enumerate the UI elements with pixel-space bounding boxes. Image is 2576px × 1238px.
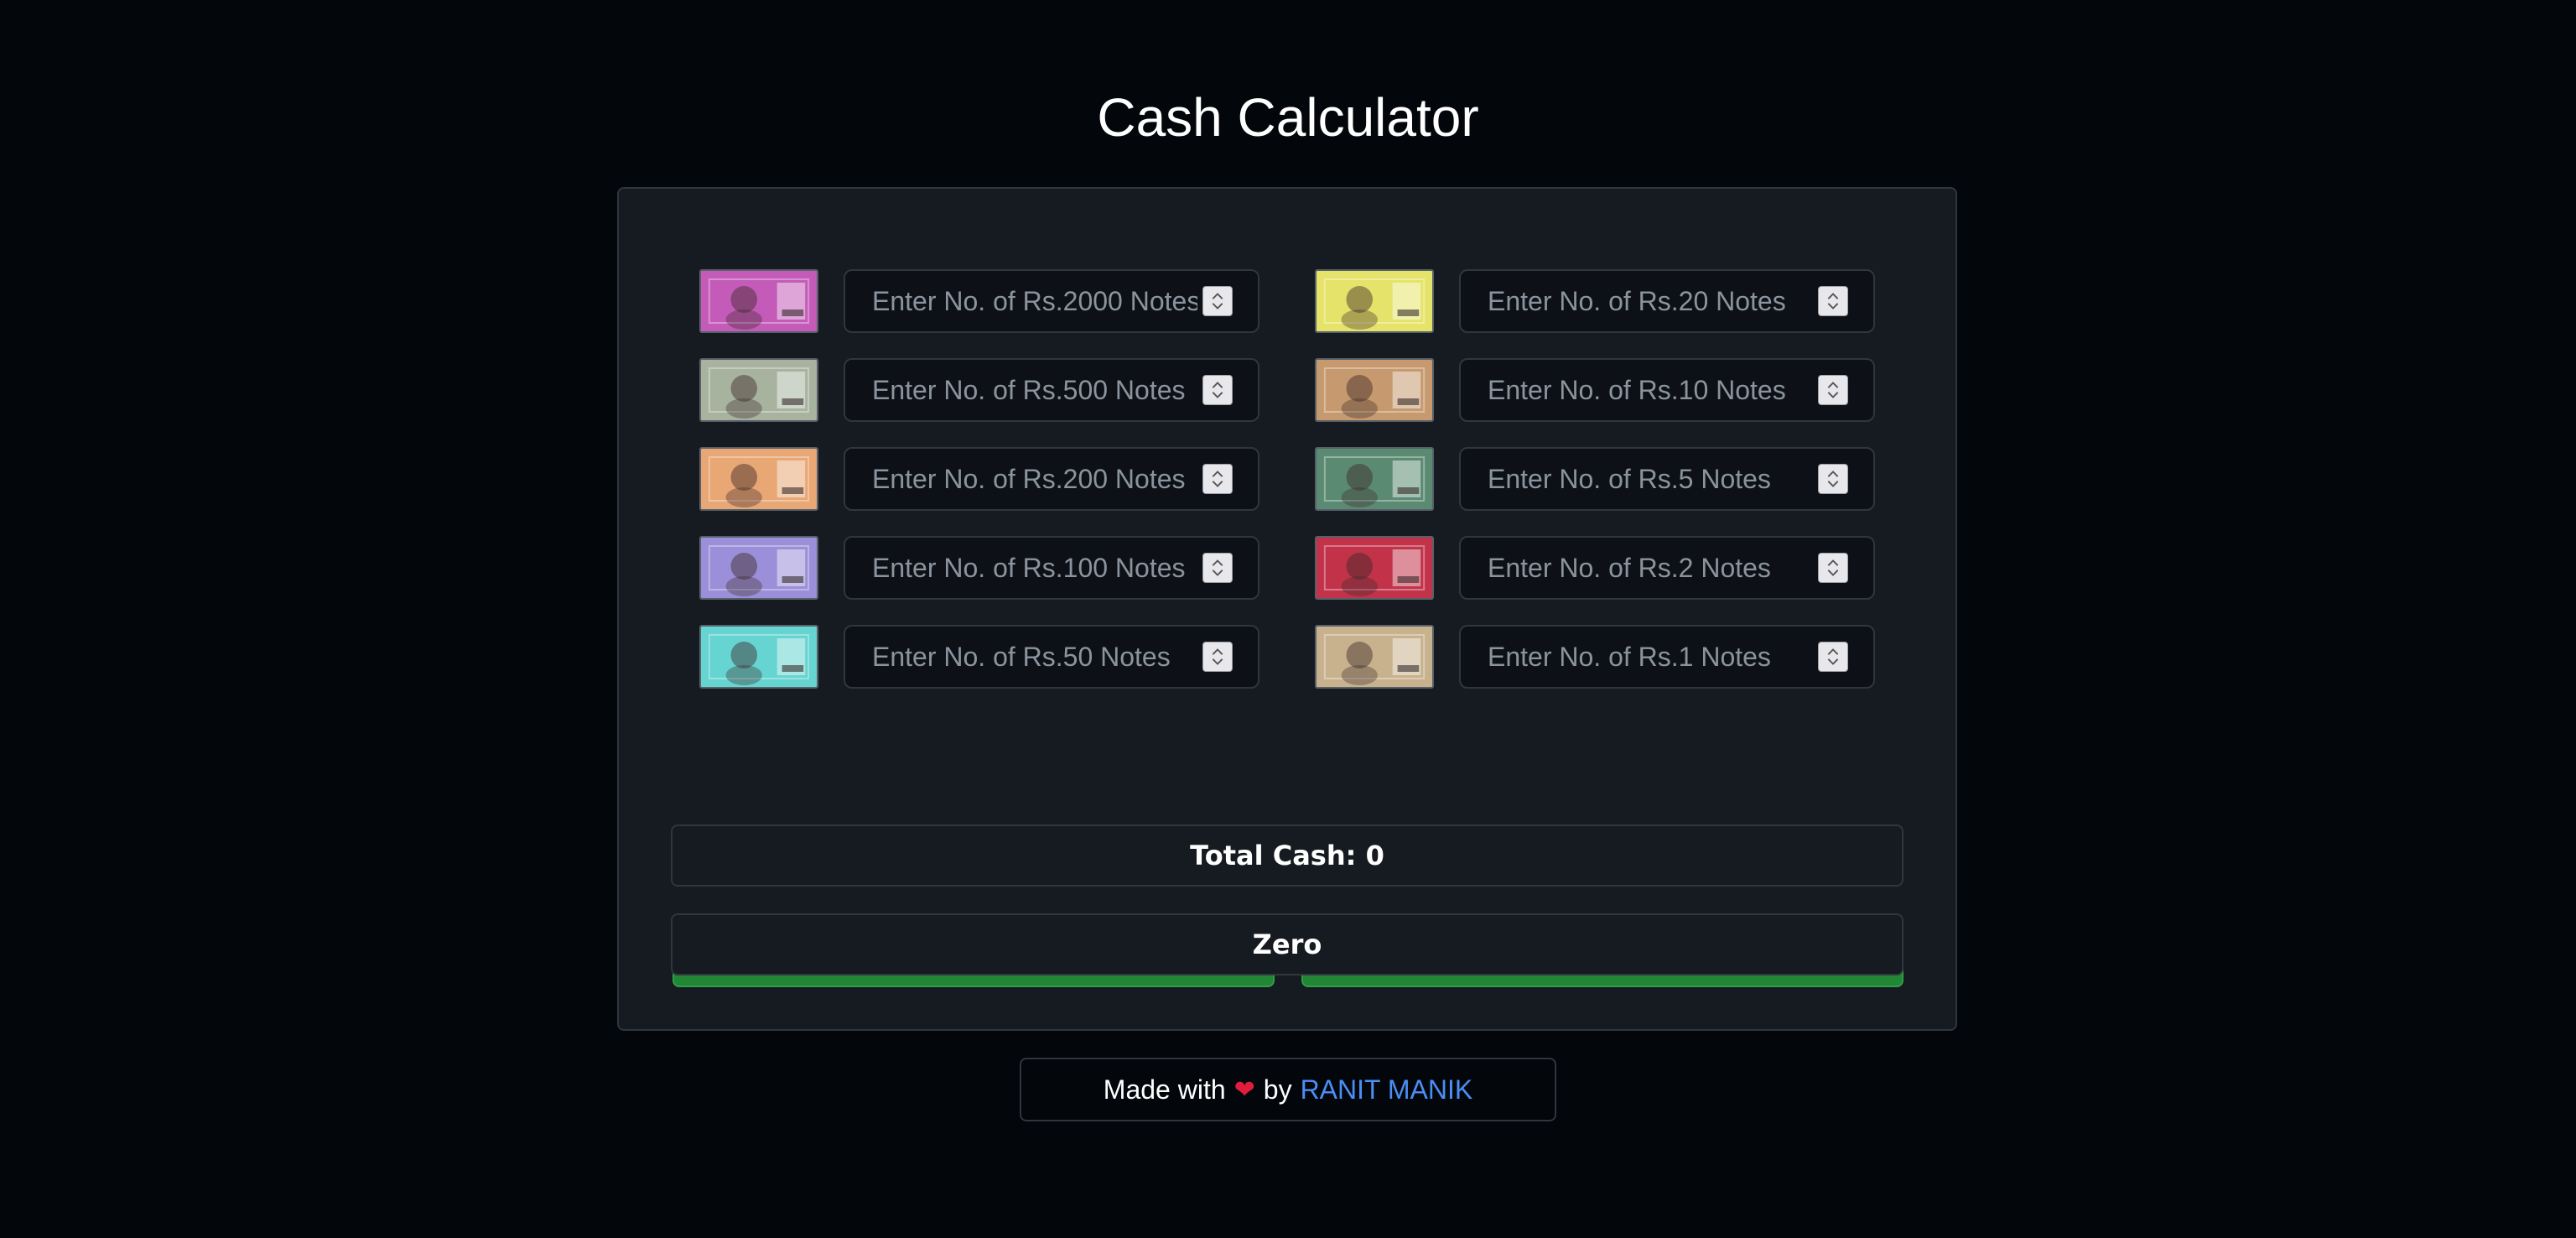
- note-count-field: [844, 358, 1259, 422]
- rs2000-note-image: [699, 269, 818, 333]
- note-count-field: [1459, 358, 1875, 422]
- rs5-note-image: [1315, 447, 1434, 511]
- note-count-field: [844, 269, 1259, 333]
- number-stepper-icon[interactable]: [1202, 286, 1233, 316]
- note-count-field: [844, 625, 1259, 689]
- denomination-row: [699, 269, 1259, 333]
- number-stepper-icon[interactable]: [1818, 375, 1848, 405]
- note-count-field: [1459, 625, 1875, 689]
- note-count-input[interactable]: [845, 449, 1197, 509]
- denomination-row: [1315, 447, 1875, 511]
- denomination-row: [1315, 269, 1875, 333]
- rs100-note-image: [699, 536, 818, 600]
- number-stepper-icon[interactable]: [1818, 553, 1848, 583]
- calculator-panel: Calculate Reset: [617, 187, 1957, 1031]
- footer-credit: Made with ❤ by RANIT MANIK: [1020, 1058, 1556, 1121]
- note-count-field: [844, 447, 1259, 511]
- number-stepper-icon[interactable]: [1818, 464, 1848, 494]
- rs10-note-image: [1315, 358, 1434, 422]
- rs200-note-image: [699, 447, 818, 511]
- denomination-row: [699, 447, 1259, 511]
- page-title: Cash Calculator: [1097, 87, 1479, 148]
- number-stepper-icon[interactable]: [1202, 375, 1233, 405]
- note-count-field: [844, 536, 1259, 600]
- note-count-field: [1459, 536, 1875, 600]
- rs20-note-image: [1315, 269, 1434, 333]
- denomination-row: [1315, 536, 1875, 600]
- number-stepper-icon[interactable]: [1202, 464, 1233, 494]
- note-count-input[interactable]: [1461, 538, 1813, 598]
- rs500-note-image: [699, 358, 818, 422]
- denomination-row: [1315, 358, 1875, 422]
- total-cash-display: Total Cash: 0: [671, 824, 1903, 887]
- note-count-field: [1459, 269, 1875, 333]
- note-count-input[interactable]: [845, 538, 1197, 598]
- note-count-field: [1459, 447, 1875, 511]
- denomination-row: [1315, 625, 1875, 689]
- footer-prefix: Made with: [1103, 1074, 1226, 1105]
- author-link[interactable]: RANIT MANIK: [1301, 1074, 1473, 1105]
- note-count-input[interactable]: [1461, 271, 1813, 331]
- note-count-input[interactable]: [1461, 449, 1813, 509]
- note-count-input[interactable]: [1461, 627, 1813, 687]
- denomination-row: [699, 536, 1259, 600]
- number-stepper-icon[interactable]: [1818, 642, 1848, 672]
- number-stepper-icon[interactable]: [1202, 553, 1233, 583]
- note-count-input[interactable]: [1461, 360, 1813, 420]
- number-stepper-icon[interactable]: [1818, 286, 1848, 316]
- footer-by: by: [1263, 1074, 1292, 1105]
- rs2-note-image: [1315, 536, 1434, 600]
- number-stepper-icon[interactable]: [1202, 642, 1233, 672]
- note-count-input[interactable]: [845, 627, 1197, 687]
- heart-icon: ❤: [1233, 1075, 1255, 1104]
- rs1-note-image: [1315, 625, 1434, 689]
- denomination-row: [699, 358, 1259, 422]
- amount-in-words-display: Zero: [671, 913, 1903, 975]
- denomination-row: [699, 625, 1259, 689]
- note-count-input[interactable]: [845, 271, 1197, 331]
- note-count-input[interactable]: [845, 360, 1197, 420]
- rs50-note-image: [699, 625, 818, 689]
